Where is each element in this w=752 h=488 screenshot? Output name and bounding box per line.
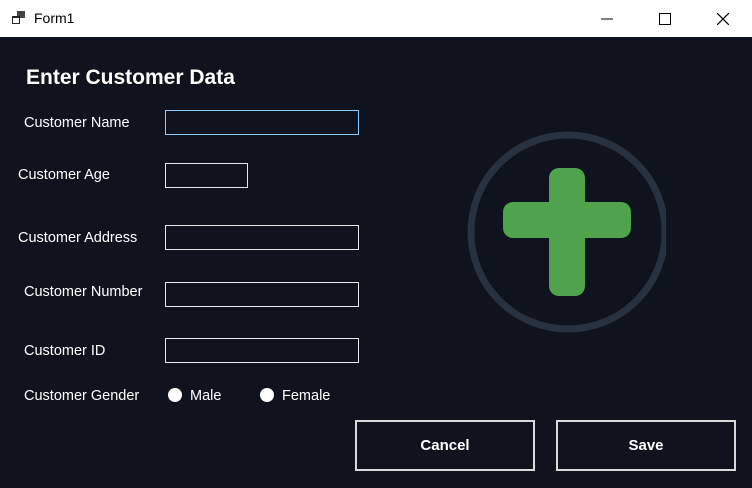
gender-female-label[interactable]: Female <box>282 388 330 404</box>
customer-number-label: Customer Number <box>24 284 143 300</box>
maximize-icon <box>659 12 671 25</box>
customer-age-input[interactable] <box>165 163 248 188</box>
title-bar: Form1 <box>0 0 752 37</box>
window-title: Form1 <box>34 10 75 26</box>
maximize-button[interactable] <box>642 0 688 37</box>
gender-male-label[interactable]: Male <box>190 388 221 404</box>
form-heading: Enter Customer Data <box>26 66 235 89</box>
save-button[interactable]: Save <box>556 420 736 471</box>
cancel-button[interactable]: Cancel <box>355 420 535 471</box>
customer-address-input[interactable] <box>165 225 359 250</box>
minimize-button[interactable] <box>584 0 630 37</box>
minimize-icon <box>601 18 613 19</box>
form-client-area: Enter Customer Data Customer Name Custom… <box>0 37 752 488</box>
customer-id-input[interactable] <box>165 338 359 363</box>
customer-name-input[interactable] <box>165 110 359 135</box>
customer-gender-label: Customer Gender <box>24 388 140 404</box>
close-button[interactable] <box>700 0 746 37</box>
close-icon <box>717 12 729 25</box>
gender-male-radio[interactable] <box>168 388 182 402</box>
customer-id-label: Customer ID <box>24 343 106 359</box>
app-icon <box>12 11 25 24</box>
gender-female-radio[interactable] <box>260 388 274 402</box>
customer-number-input[interactable] <box>165 282 359 307</box>
customer-name-label: Customer Name <box>24 115 130 131</box>
customer-address-label: Customer Address <box>18 230 138 246</box>
customer-age-label: Customer Age <box>18 167 110 183</box>
add-plus-icon <box>467 131 676 333</box>
